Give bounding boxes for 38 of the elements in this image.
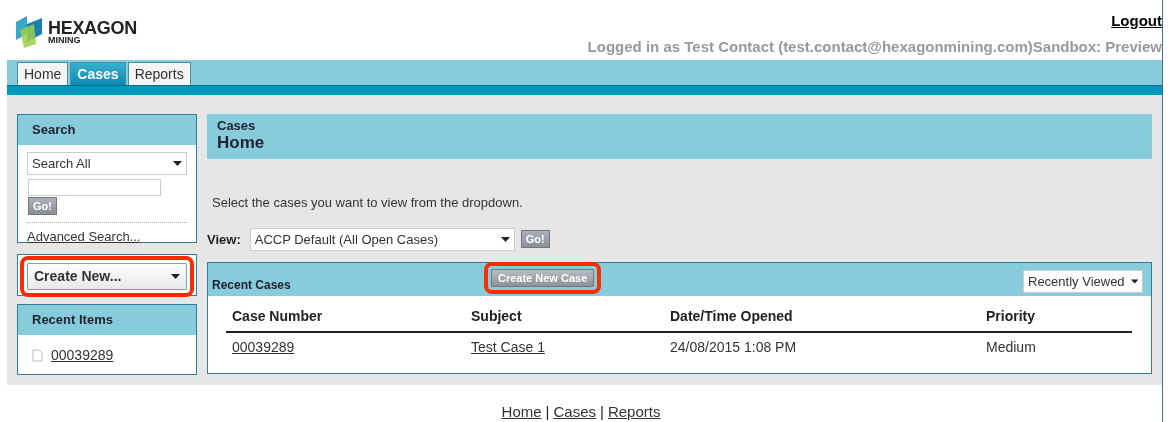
separator: | — [600, 403, 604, 420]
instructions-text: Select the cases you want to view from the dropdown. — [212, 194, 524, 212]
column-header: Date/Time Opened — [664, 302, 980, 332]
footer-link[interactable]: Cases — [553, 403, 596, 420]
view-dropdown[interactable]: ACCP Default (All Open Cases) — [249, 227, 515, 251]
subject-link[interactable]: Test Case 1 — [471, 339, 545, 355]
panel-title: Recent Cases — [212, 277, 291, 294]
logo-subtext: MINING — [48, 35, 82, 45]
table-cell: Medium — [980, 332, 1132, 373]
logout-link[interactable]: Logout — [1111, 10, 1162, 33]
advanced-search-link[interactable]: Advanced Search... — [27, 228, 141, 244]
logo-icon — [14, 16, 44, 48]
column-header: Priority — [980, 302, 1132, 332]
column-header: Case Number — [226, 302, 465, 332]
panel-title: Recent Items — [18, 305, 196, 335]
nav-tab[interactable]: Home — [17, 62, 69, 85]
column-header: Subject — [465, 302, 664, 332]
breadcrumb: Cases — [217, 119, 257, 133]
table-cell: 24/08/2015 1:08 PM — [664, 332, 980, 373]
footer-link[interactable]: Home — [501, 403, 542, 420]
page-title: Home — [217, 133, 266, 153]
filter-dropdown[interactable]: Recently Viewed — [1023, 269, 1143, 294]
logo-text: HEXAGON — [48, 19, 137, 36]
nav-tab[interactable]: Reports — [127, 62, 191, 85]
separator: | — [545, 403, 550, 420]
panel-title: Search — [18, 115, 196, 145]
view-label: View: — [207, 230, 241, 249]
document-icon — [32, 348, 43, 362]
caret-icon — [500, 236, 510, 242]
caret-icon — [171, 274, 180, 279]
search-field[interactable] — [28, 179, 161, 196]
footer-link[interactable]: Reports — [607, 403, 661, 420]
caret-icon — [1130, 279, 1138, 284]
login-info: Logged in as Test Contact (test.contact@hexagonmining.com)Sandbox: Preview — [587, 36, 1162, 57]
case-number-link[interactable]: 00039289 — [232, 339, 295, 355]
caret-icon — [173, 160, 182, 166]
recent-item-link[interactable]: 00039289 — [51, 344, 114, 366]
search-scope-dropdown[interactable]: Search All — [27, 151, 187, 175]
